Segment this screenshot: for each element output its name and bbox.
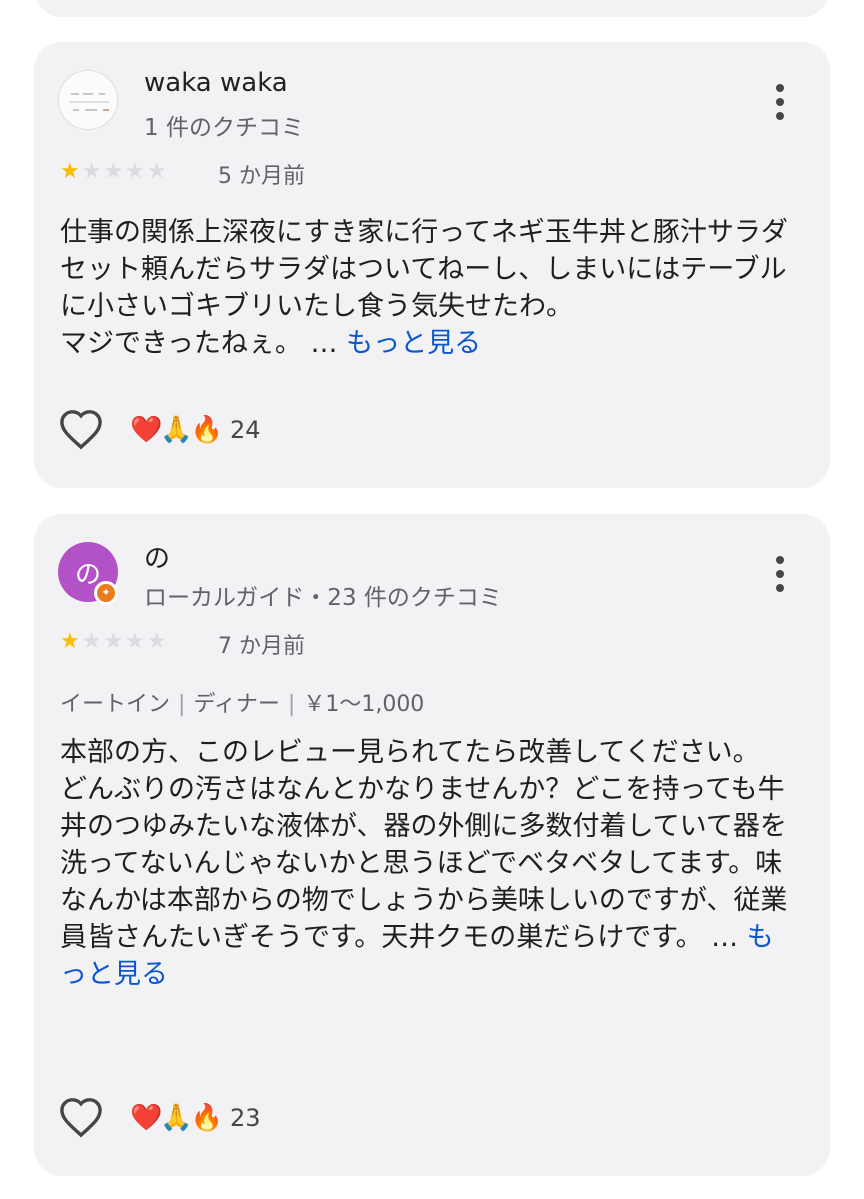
review-card-partial	[34, 0, 830, 17]
reaction-count: 24	[230, 416, 261, 444]
review-date: 5 か月前	[218, 164, 305, 189]
more-vert-icon[interactable]	[768, 82, 792, 122]
review-body: 本部の方、このレビュー見られてたら改善してください。 どんぶりの汚さはなんとかな…	[60, 737, 788, 953]
author-name[interactable]: の	[144, 538, 170, 575]
author-name[interactable]: waka waka	[144, 68, 288, 98]
local-guide-badge-icon: ✦	[94, 581, 118, 605]
review-card: の ✦ の ローカルガイド・23 件のクチコミ ★★★★★ 7 か月前 イートイ…	[34, 514, 830, 1176]
divider: |	[178, 692, 186, 717]
reaction-emojis[interactable]: ❤️🙏🔥	[130, 1100, 223, 1136]
review-card: waka waka 1 件のクチコミ ★★★★★ 5 か月前 仕事の関係上深夜に…	[34, 42, 830, 488]
tag-dining-mode: イートイン	[60, 692, 171, 717]
star-rating: ★★★★★	[60, 628, 169, 656]
heart-outline-icon[interactable]	[58, 408, 104, 450]
star-icon: ★★★★	[81, 629, 169, 654]
tag-meal-type: ディナー	[193, 692, 280, 717]
more-vert-icon[interactable]	[768, 554, 792, 594]
divider: |	[287, 692, 296, 717]
review-text: 仕事の関係上深夜にすき家に行ってネギ玉牛丼と豚汁サラダセット頼んだらサラダはつい…	[60, 214, 800, 362]
tag-price: ￥1～1,000	[303, 692, 425, 717]
star-icon: ★	[60, 629, 82, 654]
read-more-link[interactable]: もっと見る	[346, 328, 481, 359]
author-info: ローカルガイド・23 件のクチコミ	[144, 585, 502, 611]
heart-outline-icon[interactable]	[58, 1096, 104, 1138]
review-date: 7 か月前	[218, 634, 305, 659]
author-info: 1 件のクチコミ	[144, 115, 304, 141]
reaction-emojis[interactable]: ❤️🙏🔥	[130, 412, 223, 448]
star-rating: ★★★★★	[60, 158, 169, 186]
review-tags: イートイン | ディナー | ￥1～1,000	[60, 686, 424, 718]
review-text: 本部の方、このレビュー見られてたら改善してください。 どんぶりの汚さはなんとかな…	[60, 734, 800, 993]
avatar[interactable]	[58, 70, 118, 130]
star-icon: ★	[60, 159, 82, 184]
reaction-count: 23	[230, 1104, 261, 1132]
star-icon: ★★★★	[81, 159, 169, 184]
